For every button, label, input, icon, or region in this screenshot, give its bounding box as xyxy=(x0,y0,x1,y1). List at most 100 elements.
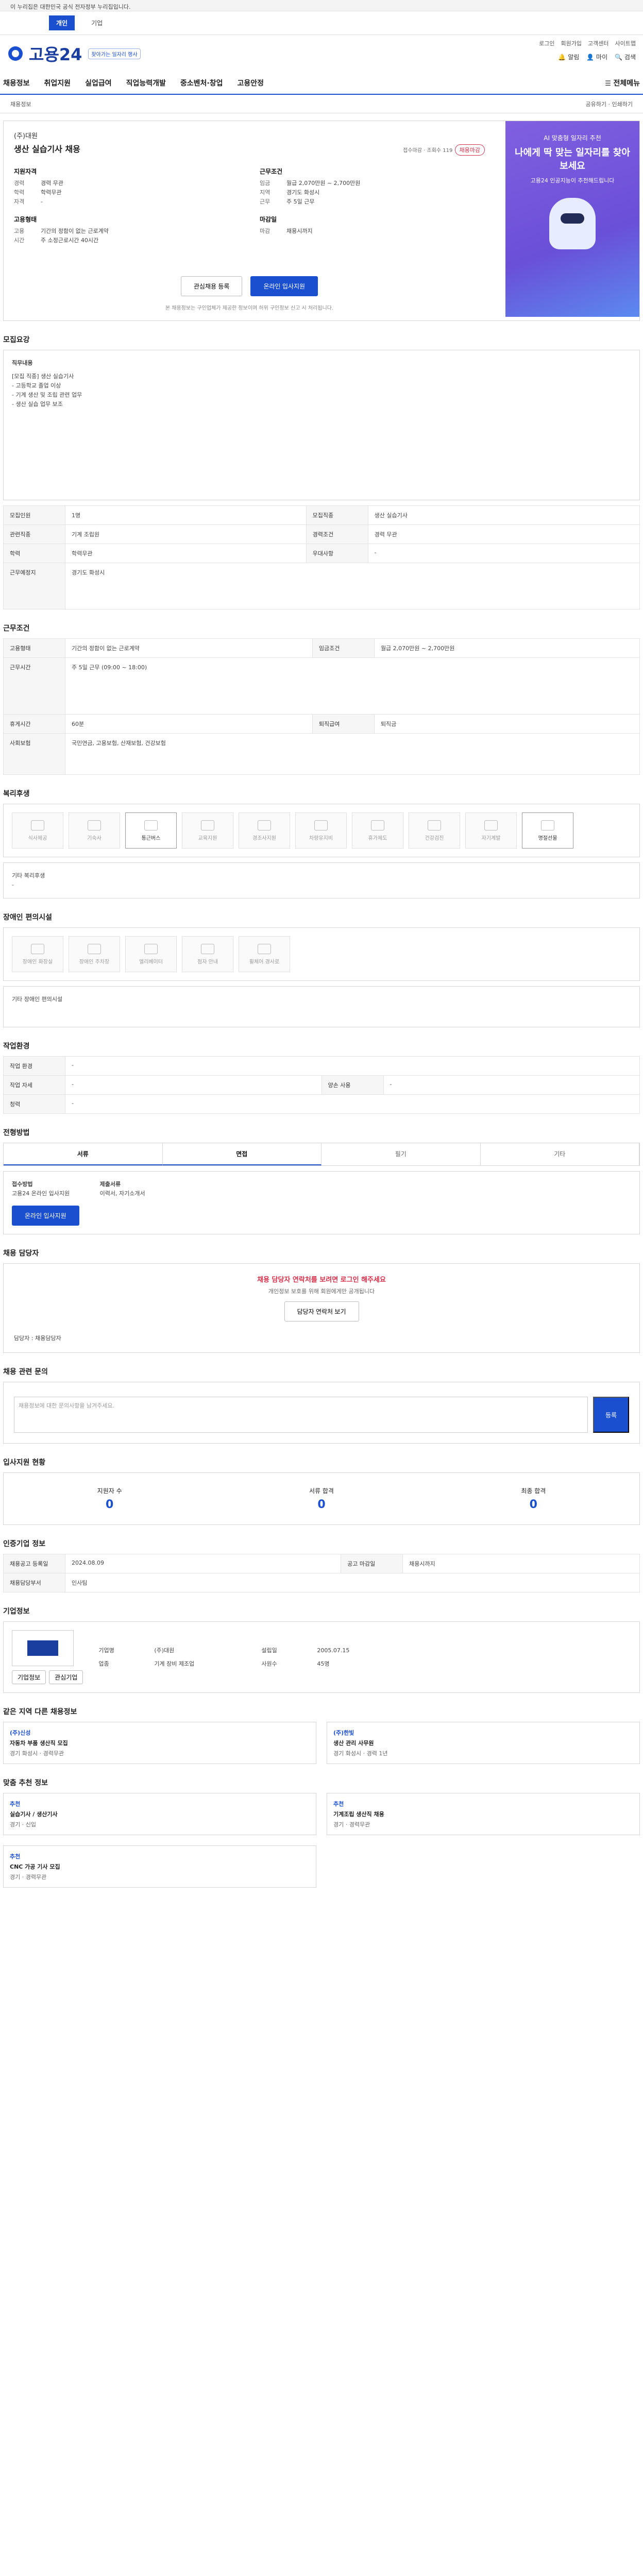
top-nav: 개인 기업 xyxy=(0,11,643,35)
job-key-values: 지원자격 경력 경력 무관 학력 학력무관 자격 - 고용형태 고용 기간의 정함이 없… xyxy=(14,167,485,245)
benefits-heading: 복리후생 xyxy=(3,790,30,798)
menu-benefit[interactable]: 실업급여 xyxy=(85,78,112,88)
conditions-heading: 근무조건 xyxy=(3,624,30,633)
event-badge[interactable]: 찾아가는 일자리 행사 xyxy=(88,48,141,59)
tab-personal[interactable]: 개인 xyxy=(49,15,75,30)
benefit-icons: 식사제공 기숙사 통근버스 교육지원 경조사지원 차량유지비 휴가제도 건강검진… xyxy=(3,804,640,857)
contact-notice: 채용 담당자 연락처를 보려면 로그인 해주세요 xyxy=(257,1276,386,1284)
related-item[interactable]: (주)신성 자동차 부품 생산직 모집 경기 화성시 · 경력무관 xyxy=(3,1722,316,1764)
help-link[interactable]: 고객센터 xyxy=(588,39,608,47)
apply-online-button[interactable]: 온라인 입사지원 xyxy=(12,1206,79,1226)
process-step: 필기 xyxy=(321,1143,481,1165)
facility-item: 점자 안내 xyxy=(182,936,233,972)
benefit-item: 자기계발 xyxy=(465,812,517,849)
menu-support[interactable]: 취업지원 xyxy=(44,78,71,88)
all-menu-label: 전체메뉴 xyxy=(613,79,640,88)
status-step: 서류 합격 0 xyxy=(309,1487,334,1511)
menu-training[interactable]: 직업능력개발 xyxy=(126,78,166,88)
menu-stability[interactable]: 고용안정 xyxy=(237,78,264,88)
process-tabs: 서류 면접 필기 기타 xyxy=(3,1143,640,1166)
search-label: 검색 xyxy=(624,54,636,61)
related-heading: 같은 지역 다른 채용정보 xyxy=(3,1708,77,1716)
facility-item: 장애인 주차장 xyxy=(69,936,120,972)
type-heading: 고용형태 xyxy=(14,216,37,223)
inquiry-heading: 채용 관련 문의 xyxy=(3,1368,48,1376)
gov-banner-text: 이 누리집은 대한민국 공식 전자정부 누리집입니다. xyxy=(10,4,131,10)
recommend-heading: 맞춤 추천 정보 xyxy=(3,1779,48,1787)
sitemap-link[interactable]: 사이트맵 xyxy=(615,39,636,47)
bell-label: 알림 xyxy=(568,54,580,61)
duties-label: 직무내용 xyxy=(12,360,33,366)
company-fav-button[interactable]: 관심기업 xyxy=(49,1670,83,1684)
benefit-item: 경조사지원 xyxy=(239,812,290,849)
recruit-table: 모집인원 1명 모집직종 생산 실습기사 관련직종 기계 조립원 경력조건 경력 무관 학력… xyxy=(3,505,640,609)
duties-box: 직무내용 [모집 직종] 생산 실습기사 - 고등학교 졸업 이상 - 기계 생… xyxy=(3,350,640,500)
bell-icon[interactable]: 🔔 알림 xyxy=(558,53,579,61)
benefit-item: 명절선물 xyxy=(522,812,573,849)
process-step: 면접 xyxy=(162,1143,321,1165)
logo[interactable]: 고용24 찾아가는 일자리 행사 xyxy=(5,42,141,65)
header-icons: 🔔 알림 👤 마이 🔍 검색 xyxy=(558,53,636,61)
gov-banner: 이 누리집은 대한민국 공식 전자정부 누리집입니다. xyxy=(0,0,643,11)
apply-status-heading: 입사지원 현황 xyxy=(3,1459,46,1467)
share-button[interactable]: 공유하기 xyxy=(586,101,606,108)
recommend-list: 추천 실습기사 / 생산기사 경기 · 신입 추천 기계조립 생산직 채용 경기… xyxy=(3,1793,640,1888)
apply-button[interactable]: 온라인 입사지원 xyxy=(250,276,318,296)
job-actions: 관심채용 등록 온라인 입사지원 xyxy=(14,276,485,296)
recommend-item[interactable]: 추천 CNC 가공 기사 모집 경기 · 경력무관 xyxy=(3,1845,316,1888)
qual-row: 학력 학력무관 xyxy=(14,189,62,196)
apply-status-box: 지원자 수0 서류 합격 0 최종 합격 0 xyxy=(3,1472,640,1525)
ad-title: 나에게 딱 맞는 일자리를 찾아보세요 xyxy=(515,147,630,172)
related-item[interactable]: (주)한빛 생산 관리 사무원 경기 화성시 · 경력 1년 xyxy=(327,1722,640,1764)
ai-recommend-banner[interactable]: AI 맞춤형 일자리 추천 나에게 딱 맞는 일자리를 찾아보세요 고용24 인… xyxy=(505,121,639,317)
contact-view-button[interactable]: 담당자 연락처 보기 xyxy=(284,1301,359,1321)
facility-item: 엘리베이터 xyxy=(125,936,177,972)
disability-icons: 장애인 화장실 장애인 주차장 엘리베이터 점자 안내 휠체어 경사로 xyxy=(3,927,640,981)
contact-box: 채용 담당자 연락처를 보려면 로그인 해주세요 개인정보 보호를 위해 회원에… xyxy=(3,1263,640,1353)
qual-heading: 지원자격 xyxy=(14,168,37,175)
signup-link[interactable]: 회원가입 xyxy=(561,39,582,47)
facility-item: 장애인 화장실 xyxy=(12,936,63,972)
disability-etc-label: 기타 장애인 편의시설 xyxy=(12,996,63,1003)
view-status: 접수마감 · 조회수 119 xyxy=(403,148,453,154)
cond-heading: 근무조건 xyxy=(260,168,283,175)
recommend-item[interactable]: 추천 기계조립 생산직 채용 경기 · 경력무관 xyxy=(327,1793,640,1835)
facility-item: 휠체어 경사로 xyxy=(239,936,290,972)
menu-startup[interactable]: 중소벤처·창업 xyxy=(180,78,223,88)
inquiry-submit-button[interactable]: 등록 xyxy=(593,1397,629,1433)
contact-heading: 채용 담당자 xyxy=(3,1249,39,1258)
company-info-button[interactable]: 기업정보 xyxy=(12,1670,46,1684)
status-step: 최종 합격 0 xyxy=(521,1487,546,1511)
login-link[interactable]: 로그인 xyxy=(539,39,554,47)
company-box: 기업정보 관심기업 기업명 (주)대원 설립일 2005.07.15 업종 기계 장비… xyxy=(3,1621,640,1693)
company-name[interactable]: (주)대원 xyxy=(14,130,485,140)
deadline-heading: 마감일 xyxy=(260,216,277,223)
ad-sub: 고용24 인공지능이 추천해드립니다 xyxy=(530,177,615,184)
docs-label: 제출서류 xyxy=(99,1181,121,1188)
breadcrumb[interactable]: 채용정보 xyxy=(10,100,31,108)
related-list: (주)신성 자동차 부품 생산직 모집 경기 화성시 · 경력무관 (주)한빛 … xyxy=(3,1722,640,1764)
process-step: 기타 xyxy=(481,1143,639,1165)
all-menu-button[interactable]: ☰ 전체메뉴 xyxy=(605,78,640,88)
benefit-item: 교육지원 xyxy=(182,812,233,849)
recommend-item[interactable]: 추천 실습기사 / 생산기사 경기 · 신입 xyxy=(3,1793,316,1835)
search-icon[interactable]: 🔍 검색 xyxy=(615,53,636,61)
process-step: 서류 xyxy=(4,1143,163,1165)
user-icon[interactable]: 👤 마이 xyxy=(586,53,607,61)
closed-badge: 채용마감 xyxy=(454,144,485,156)
qual-row: 경력 경력 무관 xyxy=(14,180,63,187)
ad-line: AI 맞춤형 일자리 추천 xyxy=(544,134,601,142)
menu-jobs[interactable]: 채용정보 xyxy=(3,78,30,88)
inquiry-box: 채용정보에 대한 문의사항을 남겨주세요. 등록 xyxy=(3,1382,640,1444)
print-button[interactable]: 인쇄하기 xyxy=(612,101,633,108)
tab-company[interactable]: 기업 xyxy=(84,15,110,30)
cond-row: 지역 경기도 화성시 xyxy=(260,189,320,196)
type-row: 고용 기간의 정함이 없는 근로계약 xyxy=(14,228,109,234)
cond-row: 근무 주 5일 근무 xyxy=(260,198,315,205)
benefit-etc-value: - xyxy=(12,882,14,888)
robot-icon xyxy=(549,198,596,249)
inquiry-textarea[interactable]: 채용정보에 대한 문의사항을 남겨주세요. xyxy=(14,1397,588,1433)
benefit-item: 기숙사 xyxy=(69,812,120,849)
site-header: 고용24 찾아가는 일자리 행사 로그인 회원가입 고객센터 사이트맵 🔔 알림… xyxy=(0,35,643,72)
scrap-button[interactable]: 관심채용 등록 xyxy=(180,276,243,296)
